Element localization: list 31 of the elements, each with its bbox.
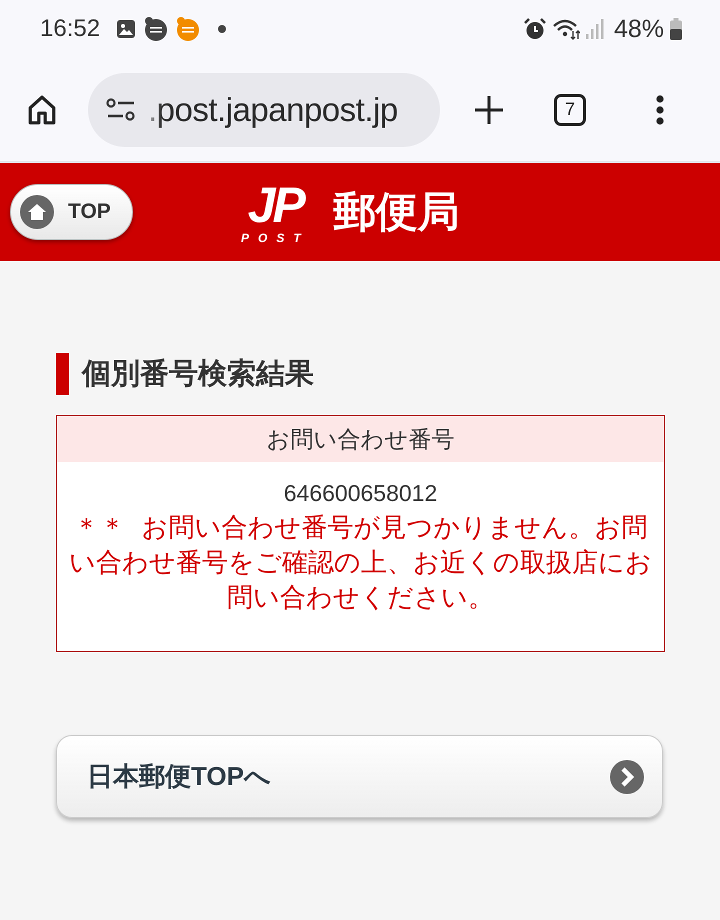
app-notification-icon [176,17,200,41]
plus-icon [474,94,504,124]
section-heading: 個別番号検索結果 [56,353,665,395]
error-message: ＊＊ お問い合わせ番号が見つかりません。お問い合わせ番号をご確認の上、お近くの取扱店にお問い合わせください。 [68,511,653,614]
url-text: .post.japanpost.jp [148,90,398,128]
status-time: 16:52 [40,15,100,43]
logo-subtitle: POST [241,232,310,244]
site-settings-icon [106,98,136,122]
tracking-number: 646600658012 [282,479,438,508]
app-notification-icon [144,17,168,41]
wifi-icon [552,18,580,40]
menu-icon [656,94,664,124]
image-icon [116,19,136,39]
menu-button[interactable] [656,94,664,124]
home-button[interactable] [26,94,58,126]
battery-percentage: 48% [614,14,664,44]
table-header-cell: お問い合わせ番号 [57,416,664,462]
new-tab-button[interactable] [474,94,504,124]
home-icon [20,195,54,229]
signal-icon [586,19,604,39]
address-bar[interactable]: .post.japanpost.jp [88,72,440,146]
chevron-right-icon [610,760,644,794]
logo-mark-text: JP [248,180,303,230]
top-button[interactable]: TOP [10,184,133,240]
site-title: 郵便局 [334,187,460,237]
tab-count-button[interactable]: 7 [554,94,586,126]
battery-icon [670,18,682,40]
notification-dot-icon [218,25,226,33]
home-icon [26,94,58,126]
alarm-icon [524,18,546,40]
japan-post-top-link[interactable]: 日本郵便TOPへ [56,735,663,818]
